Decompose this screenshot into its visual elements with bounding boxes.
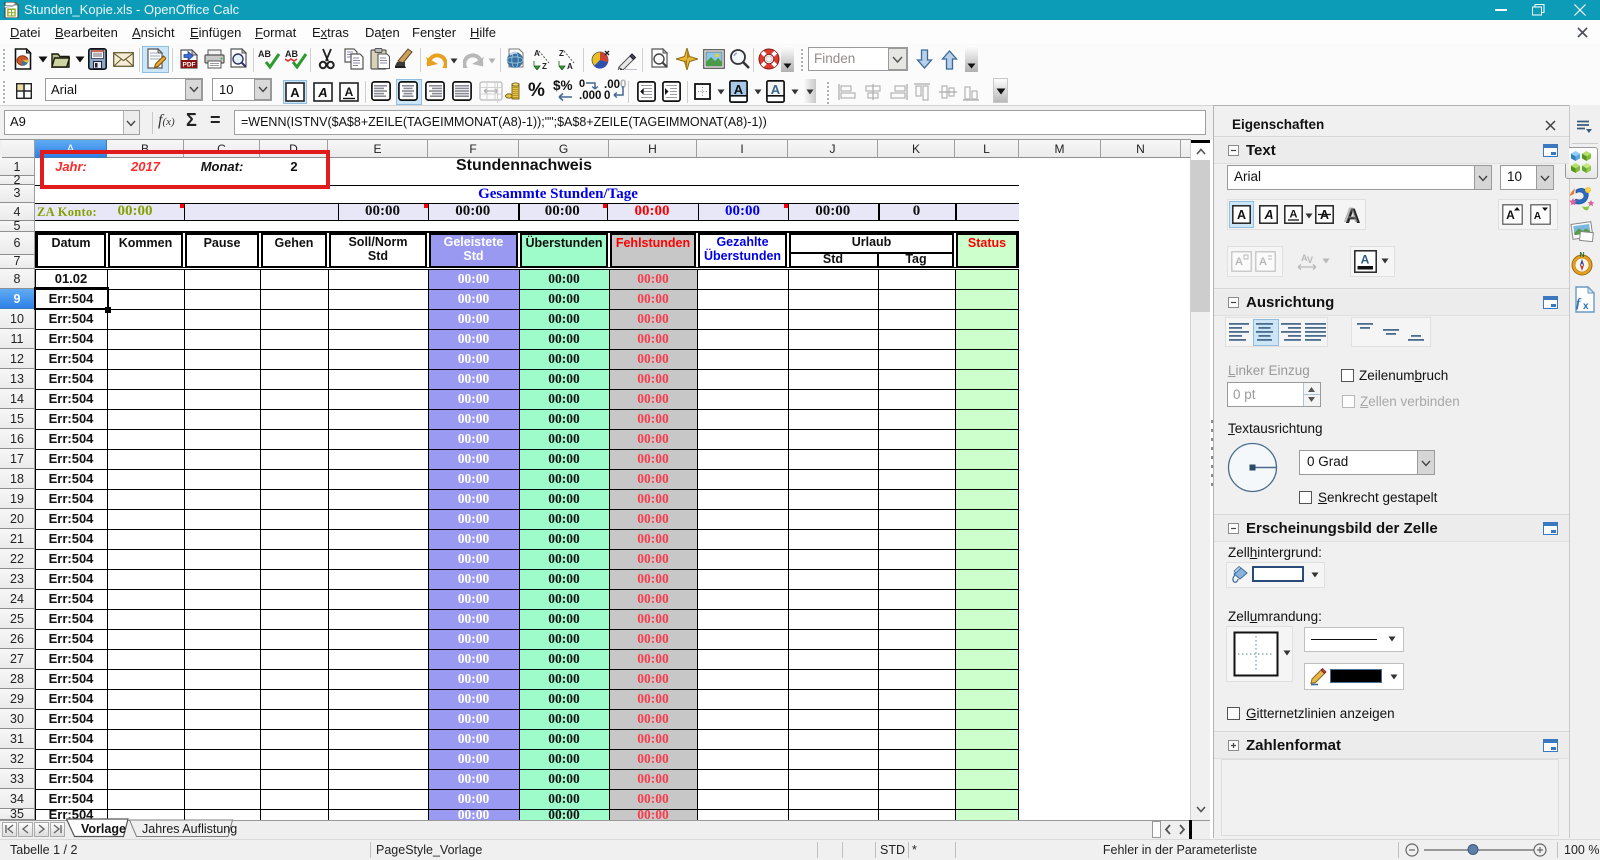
svg-text:A: A xyxy=(1235,256,1243,268)
svg-text:A: A xyxy=(771,82,781,97)
svg-text:A: A xyxy=(567,62,573,70)
svg-text:A: A xyxy=(534,49,540,58)
svg-text:A: A xyxy=(1506,208,1515,222)
svg-text:A: A xyxy=(317,85,327,100)
svg-text:A: A xyxy=(1259,256,1267,268)
svg-text:A: A xyxy=(1534,211,1541,222)
svg-text:A: A xyxy=(1361,253,1370,267)
svg-text:N: N xyxy=(1579,252,1584,259)
svg-text:A: A xyxy=(1237,208,1246,222)
svg-text:Z: Z xyxy=(559,49,564,58)
svg-text:x: x xyxy=(1583,301,1589,312)
svg-text:AB: AB xyxy=(258,49,271,59)
svg-text:A: A xyxy=(734,82,744,97)
svg-text:V: V xyxy=(1307,255,1313,265)
svg-text:PDF: PDF xyxy=(183,62,196,69)
svg-text:AB: AB xyxy=(285,49,298,59)
svg-text:A: A xyxy=(345,85,354,99)
svg-text:Z: Z xyxy=(542,62,547,70)
svg-text:A: A xyxy=(1343,204,1358,227)
svg-text:A: A xyxy=(290,85,300,100)
svg-text:A: A xyxy=(1263,208,1273,222)
svg-text:A: A xyxy=(1290,209,1298,221)
